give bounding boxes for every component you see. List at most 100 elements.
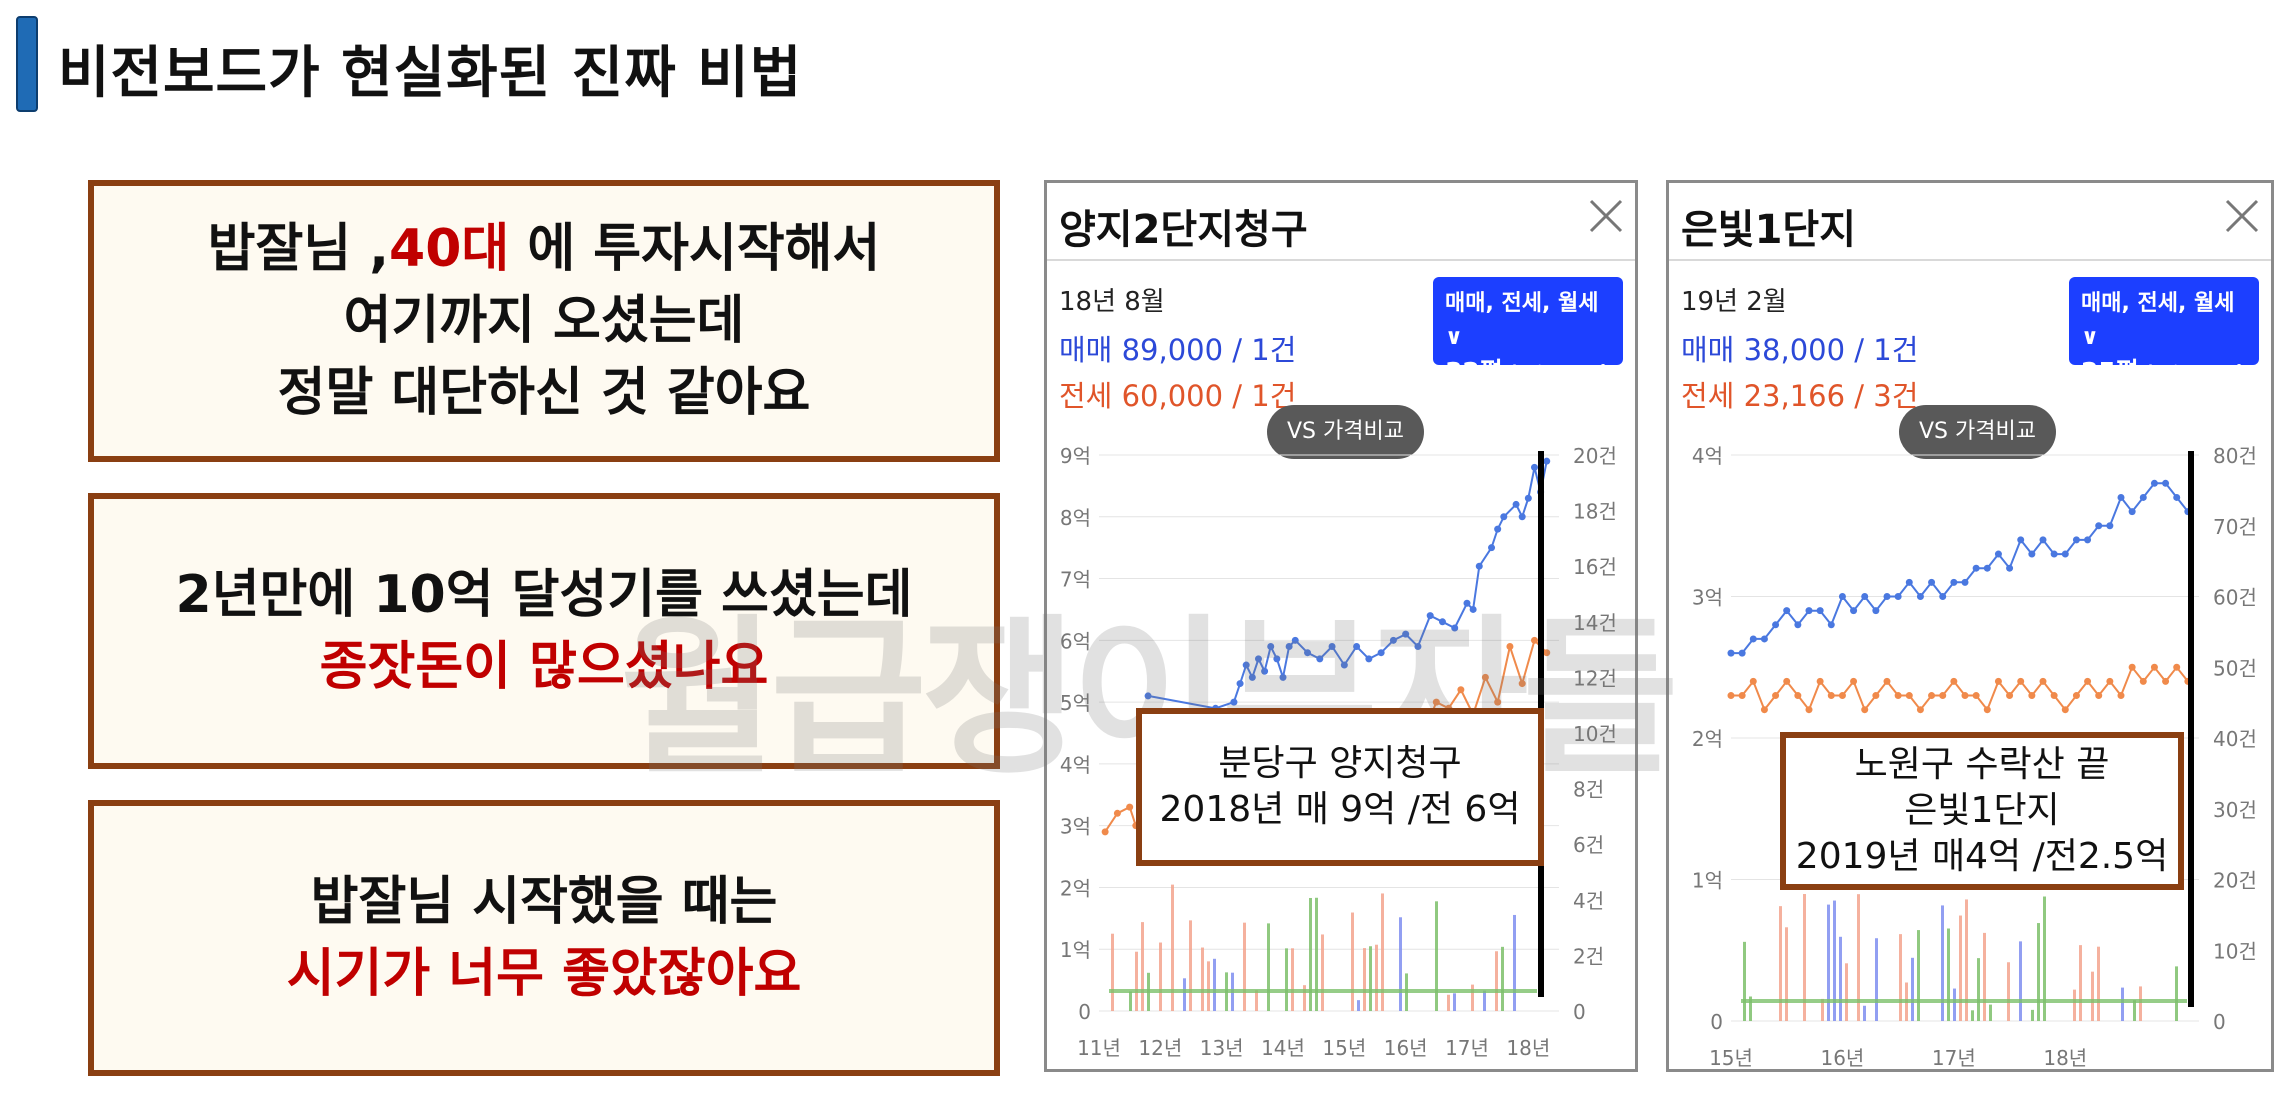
volume-bar xyxy=(1243,922,1246,1011)
volume-bar xyxy=(2175,966,2178,1021)
volume-bar xyxy=(1875,938,1878,1021)
card-3-line-2: 시기가 너무 좋았잖아요 xyxy=(286,944,802,1004)
sale-point xyxy=(1230,698,1238,706)
sale-point xyxy=(1494,525,1502,533)
volume-bar xyxy=(1989,1004,1992,1021)
callout-line-1: 분당구 양지청구 xyxy=(1218,743,1462,784)
sale-point xyxy=(1543,457,1551,465)
jeonse-point xyxy=(1950,677,1958,685)
volume-bar xyxy=(2097,946,2100,1021)
jeonse-point xyxy=(2139,677,2147,685)
volume-bar xyxy=(1315,897,1318,1011)
volume-bar xyxy=(1363,948,1366,1011)
y-left-tick-label: 4억 xyxy=(1060,753,1091,777)
sale-point xyxy=(1248,673,1256,681)
jeonse-point xyxy=(1113,809,1121,817)
sale-point xyxy=(2072,536,2080,544)
volume-bar xyxy=(1501,946,1504,1011)
sale-point xyxy=(1518,513,1526,521)
jeonse-point xyxy=(1827,692,1835,700)
y-left-tick-label: 8억 xyxy=(1060,506,1091,530)
y-right-tick-label: 2건 xyxy=(1573,944,1604,968)
volume-bar xyxy=(1743,941,1746,1021)
sale-point xyxy=(1805,607,1813,615)
volume-bar xyxy=(1183,978,1186,1011)
jeonse-point xyxy=(1518,680,1526,688)
volume-bar xyxy=(2007,962,2010,1021)
jeonse-point xyxy=(1738,692,1746,700)
x-tick-label: 13년 xyxy=(1200,1036,1244,1060)
jeonse-point xyxy=(1961,692,1969,700)
jeonse-point xyxy=(2028,692,2036,700)
jeonse-point xyxy=(1772,692,1780,700)
volume-bar xyxy=(1189,920,1192,1011)
jeonse-point xyxy=(1783,677,1791,685)
sale-point xyxy=(1994,550,2002,558)
volume-bar xyxy=(2133,1000,2136,1021)
jeonse-point xyxy=(2050,692,2058,700)
sale-point xyxy=(2117,493,2125,501)
volume-bar xyxy=(1111,933,1114,1011)
y-left-tick-label: 0 xyxy=(1078,1000,1091,1024)
y-left-tick-label: 0 xyxy=(1710,1010,1723,1034)
sale-point xyxy=(2139,493,2147,501)
volume-bar xyxy=(2079,945,2082,1021)
sale-price-line xyxy=(1147,461,1548,710)
y-right-tick-label: 0 xyxy=(2213,1010,2226,1034)
jeonse-point xyxy=(1530,636,1538,644)
sale-point xyxy=(1794,621,1802,629)
price-chart-yangji: 0 1억 2억 3억 4억 5억 6억 7억 8억 9억 0 2건 4건 6건 8건 10건 12건 14건 16건… xyxy=(1060,444,1617,1060)
sale-point xyxy=(1524,494,1532,502)
jeonse-point xyxy=(2084,677,2092,685)
jeonse-point xyxy=(2150,663,2158,671)
sale-point xyxy=(1530,463,1538,471)
volume-bar xyxy=(1827,904,1830,1021)
title-accent-bar xyxy=(16,16,38,112)
jeonse-point xyxy=(1883,677,1891,685)
y-right-tick-label: 10건 xyxy=(1573,722,1617,746)
volume-bar xyxy=(1863,1005,1866,1021)
volume-bar xyxy=(1135,951,1138,1011)
sale-point xyxy=(1749,635,1757,643)
sale-point xyxy=(1463,599,1471,607)
y-right-tick-label: 50건 xyxy=(2213,656,2257,680)
jeonse-point xyxy=(1850,677,1858,685)
x-tick-label: 17년 xyxy=(1445,1036,1489,1060)
volume-bar xyxy=(1785,927,1788,1021)
sale-point xyxy=(1389,636,1397,644)
sale-point xyxy=(1838,593,1846,600)
price-chart-eunbit: 0 1억 2억 3억 4억 0 10건 20건 30건 40건 50건 60건 70건 80건 15년 16년… xyxy=(1692,444,2257,1070)
volume-bar xyxy=(1959,915,1962,1021)
jeonse-point xyxy=(1432,698,1440,706)
volume-bar xyxy=(2121,987,2124,1021)
volume-bar xyxy=(1141,922,1144,1011)
volume-bar xyxy=(1453,993,1456,1011)
y-right-tick-label: 18건 xyxy=(1573,500,1617,524)
sale-point xyxy=(2106,522,2114,530)
jeonse-point xyxy=(1816,677,1824,685)
question-card-2: 2년만에 10억 달성기를 쓰셨는데 종잣돈이 많으셨나요 xyxy=(88,493,1000,769)
x-tick-label: 15년 xyxy=(1709,1046,1753,1070)
sale-point xyxy=(1916,593,1924,600)
sale-point xyxy=(1488,544,1496,552)
jeonse-point xyxy=(1494,698,1502,706)
jeonse-point xyxy=(1894,692,1902,700)
volume-bar xyxy=(1845,963,1848,1021)
sale-point xyxy=(2173,493,2181,501)
jeonse-point xyxy=(1727,692,1735,700)
card-1-line-2: 여기까지 오셨는데 xyxy=(343,291,745,351)
volume-bar xyxy=(1159,942,1162,1011)
sale-point xyxy=(1760,635,1768,643)
y-left-tick-label: 7억 xyxy=(1060,568,1091,592)
x-tick-label: 16년 xyxy=(1384,1036,1428,1060)
volume-bar xyxy=(1495,951,1498,1011)
sale-point xyxy=(1328,643,1336,651)
volume-bar xyxy=(1285,948,1288,1011)
y-right-tick-label: 0 xyxy=(1573,1000,1586,1024)
y-right-tick-label: 10건 xyxy=(2213,939,2257,963)
jeonse-point xyxy=(1805,706,1813,714)
sale-point xyxy=(1972,564,1980,572)
sale-point xyxy=(1928,578,1936,586)
y-right-tick-label: 14건 xyxy=(1573,611,1617,635)
sale-point xyxy=(2050,550,2058,558)
